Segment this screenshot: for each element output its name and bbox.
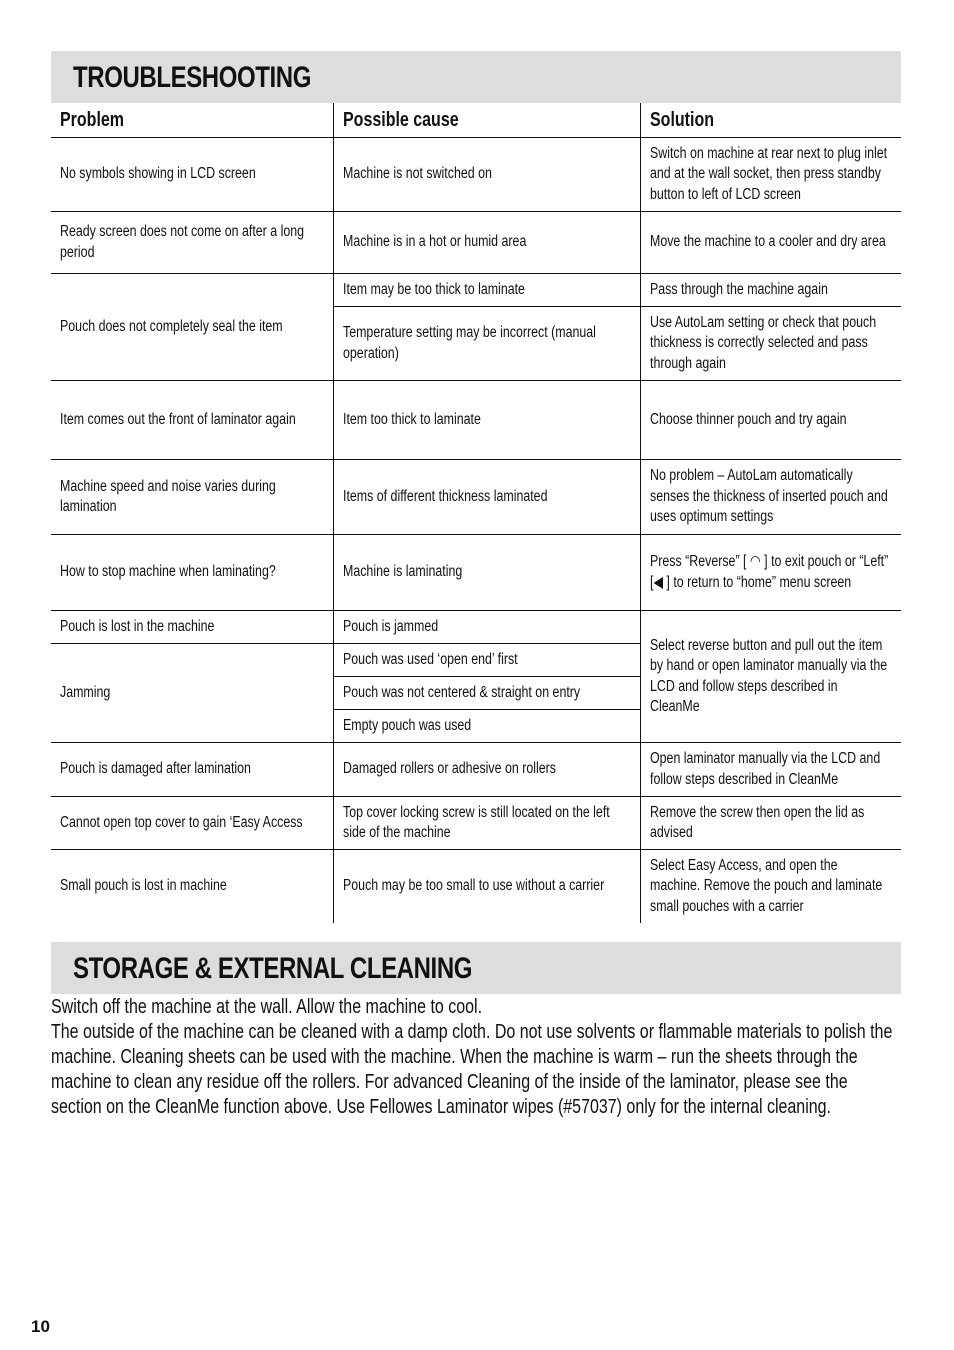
table-row: Pouch does not completely seal the item …: [51, 273, 901, 381]
cell-text: Select Easy Access, and open the machine…: [649, 856, 882, 915]
solution-cell: Select Easy Access, and open the machine…: [639, 849, 901, 923]
solution-cell: Pass through the machine again: [639, 273, 901, 307]
solution-cell: No problem – AutoLam automatically sense…: [639, 459, 901, 535]
table-row: How to stop machine when laminating? Mac…: [51, 534, 901, 611]
problem-cell: Item comes out the front of laminator ag…: [51, 380, 334, 460]
cell-text: Pass through the machine again: [649, 280, 828, 298]
cell-text: Top cover locking screw is still located…: [342, 803, 610, 842]
cell-text: Solution: [649, 108, 714, 131]
cause-cell: Pouch was used ‘open end’ first: [332, 643, 640, 677]
solution-cell: Switch on machine at rear next to plug i…: [639, 137, 901, 212]
cause-cell: Item too thick to laminate: [332, 380, 641, 460]
cell-text: Machine is laminating: [342, 563, 462, 581]
cause-cell: Pouch is jammed: [332, 610, 641, 644]
cell-text: Switch on machine at rear next to plug i…: [649, 144, 887, 203]
cause-cell: Item may be too thick to laminate: [332, 273, 641, 307]
problem-cell: Ready screen does not come on after a lo…: [51, 211, 334, 274]
solution-cell: Remove the screw then open the lid as ad…: [639, 796, 901, 850]
problem-cell: How to stop machine when laminating?: [51, 534, 334, 611]
cell-text: Press “Reverse” [ ◠ ] to exit pouch or “…: [649, 553, 888, 591]
storage-text: Switch off the machine at the wall. Allo…: [51, 995, 901, 1120]
cell-text: Pouch may be too small to use without a …: [342, 877, 604, 894]
storage-header: STORAGE & EXTERNAL CLEANING: [51, 942, 901, 994]
table-row: Small pouch is lost in machine Pouch may…: [51, 849, 901, 923]
cell-text: Remove the screw then open the lid as ad…: [649, 803, 864, 842]
cell-text: Pouch was not centered & straight on ent…: [342, 683, 580, 701]
cause-cell: Items of different thickness laminated: [332, 459, 641, 535]
cell-text: Pouch is lost in the machine: [60, 617, 215, 635]
problem-cell: No symbols showing in LCD screen: [51, 137, 334, 212]
cell-text: Damaged rollers or adhesive on rollers: [342, 760, 556, 778]
solution-cell: Choose thinner pouch and try again: [639, 380, 901, 460]
column-header-solution: Solution: [639, 103, 901, 138]
cell-text: Machine is in a hot or humid area: [342, 233, 526, 251]
cell-text: Pouch was used ‘open end’ first: [342, 650, 518, 668]
solution-cell: Open laminator manually via the LCD and …: [639, 742, 901, 797]
section-title: TROUBLESHOOTING: [73, 61, 311, 94]
cause-cell: Machine is not switched on: [332, 137, 641, 212]
problem-cell: Machine speed and noise varies during la…: [51, 459, 334, 535]
table-row: Pouch is damaged after lamination Damage…: [51, 742, 901, 797]
cell-text: Machine speed and noise varies during la…: [60, 477, 276, 516]
problem-cell: Pouch is damaged after lamination: [51, 742, 334, 797]
problem-cell: Pouch is lost in the machine: [51, 610, 334, 644]
cell-text: Empty pouch was used: [342, 716, 471, 734]
cell-text: Use AutoLam setting or check that pouch …: [649, 313, 876, 372]
cell-text: No symbols showing in LCD screen: [60, 165, 256, 183]
cell-text: Select reverse button and pull out the i…: [649, 636, 887, 716]
solution-cell: Move the machine to a cooler and dry are…: [639, 211, 901, 274]
cause-cell: Top cover locking screw is still located…: [332, 796, 641, 850]
table-row: Item comes out the front of laminator ag…: [51, 380, 901, 460]
cell-text: Temperature setting may be incorrect (ma…: [342, 324, 596, 362]
cause-cell: Temperature setting may be incorrect (ma…: [333, 306, 641, 381]
problem-cell: Cannot open top cover to gain ‘Easy Acce…: [51, 796, 334, 850]
table-header-row: Problem Possible cause Solution: [51, 103, 901, 138]
problem-cell: Pouch does not completely seal the item: [51, 273, 334, 381]
troubleshooting-table: Problem Possible cause Solution No symbo…: [51, 103, 901, 923]
problem-cell: Jamming: [51, 643, 334, 743]
section-title: STORAGE & EXTERNAL CLEANING: [73, 952, 473, 985]
cell-text: Ready screen does not come on after a lo…: [60, 223, 305, 261]
column-header-cause: Possible cause: [332, 103, 641, 138]
table-row: Machine speed and noise varies during la…: [51, 459, 901, 535]
cause-cell: Empty pouch was used: [333, 709, 640, 743]
cell-text: Pouch does not completely seal the item: [60, 317, 283, 335]
cell-text: Possible cause: [342, 108, 459, 131]
cause-cell: Pouch may be too small to use without a …: [332, 849, 641, 923]
cell-text: Machine is not switched on: [342, 165, 492, 183]
table-row: Cannot open top cover to gain ‘Easy Acce…: [51, 796, 901, 850]
cell-text: Items of different thickness laminated: [342, 487, 547, 505]
cell-text: Jamming: [60, 683, 111, 701]
storage-line: Switch off the machine at the wall. Allo…: [51, 996, 483, 1018]
solution-cell: Select reverse button and pull out the i…: [639, 610, 901, 743]
solution-cell: Use AutoLam setting or check that pouch …: [639, 306, 901, 381]
storage-line: The outside of the machine can be cleane…: [51, 1021, 893, 1118]
cell-text: No problem – AutoLam automatically sense…: [649, 467, 888, 526]
cell-text: How to stop machine when laminating?: [60, 563, 276, 581]
table-row: No symbols showing in LCD screen Machine…: [51, 137, 901, 212]
cause-cell: Machine is in a hot or humid area: [332, 211, 641, 274]
table-row: Pouch is lost in the machine Pouch is ja…: [51, 610, 901, 743]
cause-cell: Machine is laminating: [332, 534, 641, 611]
table-row: Ready screen does not come on after a lo…: [51, 211, 901, 274]
cell-text: Item may be too thick to laminate: [342, 280, 525, 298]
cell-text: Pouch is jammed: [342, 617, 438, 635]
cell-text: Problem: [60, 108, 125, 131]
cell-text: Cannot open top cover to gain ‘Easy Acce…: [60, 813, 303, 831]
solution-cell: Press “Reverse” [ ◠ ] to exit pouch or “…: [639, 534, 901, 611]
troubleshooting-header: TROUBLESHOOTING: [51, 51, 901, 103]
problem-cell: Small pouch is lost in machine: [51, 849, 334, 923]
cell-text: Item too thick to laminate: [342, 410, 481, 428]
cell-text: Item comes out the front of laminator ag…: [60, 410, 296, 428]
column-header-problem: Problem: [51, 103, 334, 138]
cell-text: Open laminator manually via the LCD and …: [649, 750, 880, 788]
cell-text: Small pouch is lost in machine: [60, 877, 227, 894]
cell-text: Choose thinner pouch and try again: [649, 410, 846, 428]
cause-cell: Damaged rollers or adhesive on rollers: [332, 742, 641, 797]
cell-text: Move the machine to a cooler and dry are…: [649, 233, 886, 251]
cell-text: Pouch is damaged after lamination: [60, 760, 251, 778]
cause-cell: Pouch was not centered & straight on ent…: [333, 676, 640, 710]
page-number: 10: [31, 1317, 50, 1336]
